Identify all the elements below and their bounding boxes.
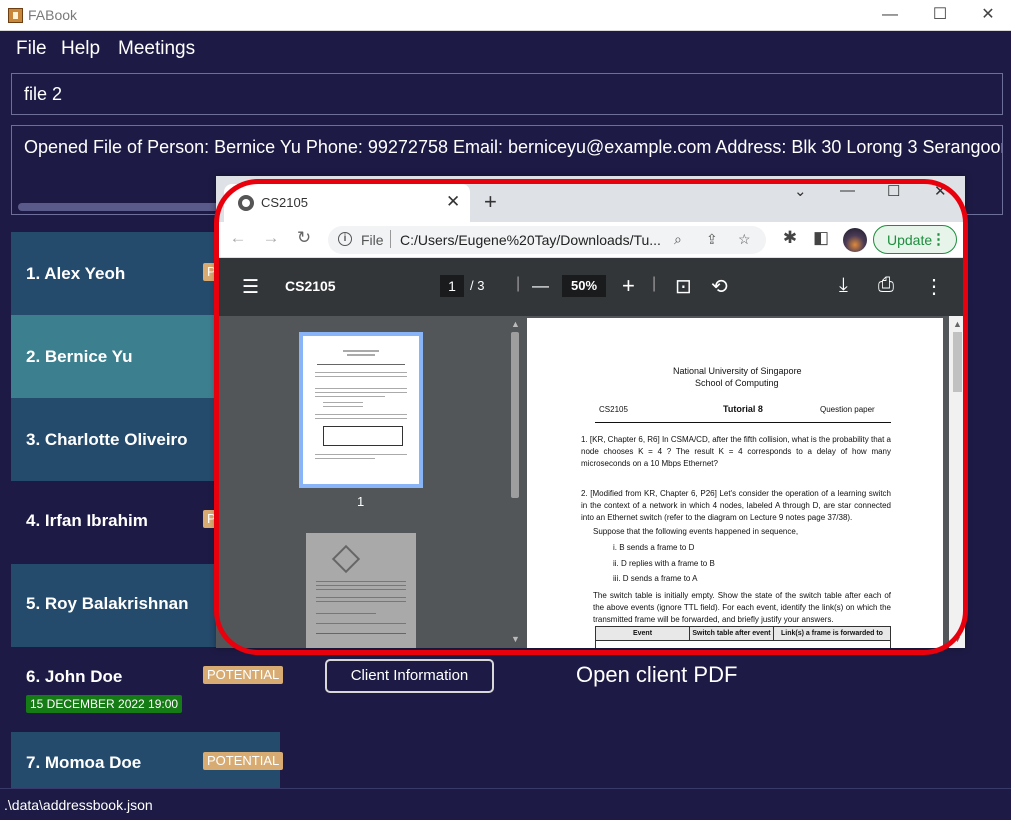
question-2-sub: Suppose that the following events happen… — [593, 527, 799, 536]
url-text[interactable]: C:/Users/Eugene%20Tay/Downloads/Tu... — [400, 232, 661, 248]
zoom-level-input[interactable]: 50% — [562, 275, 606, 297]
menu-meetings[interactable]: Meetings — [118, 38, 195, 60]
person-card[interactable]: 6. John Doe POTENTIAL 15 DECEMBER 2022 1… — [11, 647, 284, 732]
tag-badge: POTENTIAL — [203, 666, 284, 684]
table-header: Event — [596, 627, 690, 641]
rotate-icon[interactable]: ⟲ — [711, 274, 728, 299]
person-name: 2. Bernice Yu — [26, 347, 133, 366]
result-text: Opened File of Person: Bernice Yu Phone:… — [24, 137, 1003, 157]
app-icon — [8, 8, 23, 23]
bookmark-star-icon[interactable]: ☆ — [738, 231, 751, 248]
back-icon[interactable]: ← — [227, 228, 249, 248]
tab-close-icon[interactable]: ✕ — [446, 192, 460, 212]
browser-close-button[interactable]: ✕ — [934, 182, 947, 200]
table-header: Switch table after event — [690, 627, 774, 641]
pdf-toolbar: ☰ CS2105 1 / 3 | — 50% + | ⊡ ⟲ ⤓ ⎙ ⋮ — [216, 258, 965, 316]
meeting-badge: 15 DECEMBER 2022 19:00 — [26, 695, 183, 713]
fit-to-page-icon[interactable]: ⊡ — [675, 274, 692, 299]
zoom-in-icon[interactable]: + — [622, 273, 635, 299]
event-item: i. B sends a frame to D — [613, 543, 695, 552]
document-scrollbar[interactable]: ▲ ▼ — [949, 316, 965, 648]
page-school: School of Computing — [695, 378, 779, 388]
minimize-button[interactable]: — — [880, 5, 900, 25]
person-name: 7. Momoa Doe — [26, 753, 142, 772]
update-label: Update — [887, 232, 933, 248]
side-panel-icon[interactable]: ◧ — [810, 228, 832, 248]
person-name: 4. Irfan Ibrahim — [26, 511, 148, 530]
result-scrollbar[interactable] — [18, 203, 248, 211]
question-2: 2. [Modified from KR, Chapter 6, P26] Le… — [581, 489, 891, 522]
data-file-path: .\data\addressbook.json — [4, 797, 153, 813]
person-name: 1. Alex Yeoh — [26, 264, 126, 283]
browser-maximize-button[interactable]: ☐ — [887, 182, 900, 200]
pdf-title: CS2105 — [285, 278, 336, 294]
question-2-instructions: The switch table is initially empty. Sho… — [593, 591, 891, 624]
table-header: Link(s) a frame is forwarded to — [774, 627, 890, 641]
page-university: National University of Singapore — [673, 366, 802, 376]
reload-icon[interactable]: ↻ — [293, 228, 315, 248]
browser-window: CS2105 ✕ + ⌄ — ☐ ✕ ← → ↻ i File C:/Users… — [216, 176, 965, 648]
url-scheme: File — [361, 232, 384, 248]
page-thumbnail[interactable] — [299, 332, 423, 488]
maximize-button[interactable]: ☐ — [930, 5, 950, 25]
page-number-input[interactable]: 1 — [440, 275, 464, 297]
info-icon[interactable]: i — [338, 232, 352, 246]
person-name: 5. Roy Balakrishnan — [26, 594, 189, 613]
client-information-button[interactable]: Client Information — [325, 659, 494, 693]
browser-tab[interactable]: CS2105 ✕ — [224, 184, 470, 222]
question-1: 1. [KR, Chapter 6, R6] In CSMA/CD, after… — [581, 435, 891, 468]
tab-search-icon[interactable]: ⌄ — [794, 182, 807, 200]
person-name: 6. John Doe — [26, 667, 123, 686]
toolbar-divider: | — [652, 275, 657, 292]
menu-bar: File Help Meetings — [0, 31, 1011, 67]
tag-badge: POTENTIAL — [203, 752, 284, 770]
window-title-bar: FABook — ☐ ✕ — [0, 0, 1011, 31]
toolbar-divider: | — [516, 275, 521, 292]
print-icon[interactable]: ⎙ — [878, 274, 894, 297]
window-title: FABook — [28, 7, 78, 23]
pdf-more-icon[interactable]: ⋮ — [924, 274, 944, 299]
pdf-page: National University of Singapore School … — [527, 318, 943, 648]
page-tutorial: Tutorial 8 — [723, 404, 763, 414]
thumbnail-pane[interactable]: 1 ▲ ▼ — [216, 316, 522, 648]
tab-strip: CS2105 ✕ + ⌄ — ☐ ✕ — [216, 176, 965, 222]
page-course: CS2105 — [599, 405, 628, 414]
update-button[interactable]: Update ⋮ — [873, 225, 957, 254]
tab-title: CS2105 — [261, 195, 308, 210]
forward-icon[interactable]: → — [260, 228, 282, 248]
page-doc-type: Question paper — [820, 405, 875, 414]
close-button[interactable]: ✕ — [978, 5, 998, 25]
thumbnail-scrollbar[interactable]: ▲ ▼ — [508, 316, 522, 648]
annotation-caption: Open client PDF — [576, 662, 738, 687]
address-bar[interactable]: i File C:/Users/Eugene%20Tay/Downloads/T… — [328, 226, 766, 254]
extensions-icon[interactable]: ✱ — [779, 228, 801, 248]
zoom-icon[interactable]: ⌕ — [674, 231, 682, 248]
menu-help[interactable]: Help — [61, 38, 100, 60]
thumbnail-page-number: 1 — [357, 494, 365, 509]
page-total: / 3 — [470, 278, 485, 293]
event-item: iii. D sends a frame to A — [613, 574, 698, 583]
pdf-document-pane[interactable]: National University of Singapore School … — [522, 316, 965, 648]
share-icon[interactable]: ⇪ — [706, 231, 718, 248]
event-item: ii. D replies with a frame to B — [613, 559, 715, 568]
browser-minimize-button[interactable]: — — [840, 182, 855, 199]
pdf-menu-icon[interactable]: ☰ — [242, 276, 259, 299]
status-bar: .\data\addressbook.json — [0, 788, 1011, 820]
zoom-out-icon[interactable]: — — [532, 276, 549, 296]
profile-avatar[interactable] — [843, 228, 867, 252]
url-separator — [390, 230, 391, 248]
chrome-favicon-icon — [238, 195, 254, 211]
page-thumbnail[interactable] — [306, 533, 416, 648]
command-input[interactable]: file 2 — [11, 73, 1003, 115]
browser-toolbar: ← → ↻ i File C:/Users/Eugene%20Tay/Downl… — [216, 222, 965, 258]
menu-file[interactable]: File — [16, 38, 47, 60]
switch-table: Event Switch table after event Link(s) a… — [595, 626, 891, 648]
browser-menu-icon[interactable]: ⋮ — [931, 230, 946, 248]
person-card[interactable]: 7. Momoa Doe POTENTIAL — [11, 732, 284, 788]
person-name: 3. Charlotte Oliveiro — [26, 430, 188, 449]
download-icon[interactable]: ⤓ — [839, 274, 848, 297]
new-tab-button[interactable]: + — [484, 189, 497, 215]
